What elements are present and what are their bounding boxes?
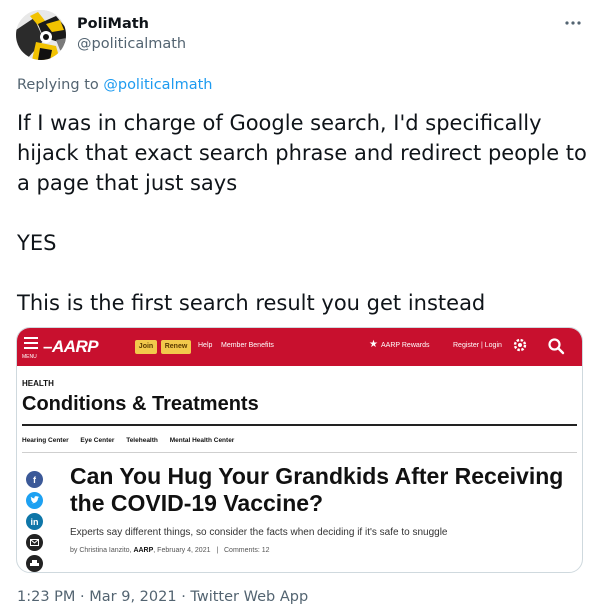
section-label: HEALTH [22,379,54,388]
subnav-item: Hearing Center [22,437,69,444]
join-button: Join [135,340,157,354]
aarp-rewards-link: AARP Rewards [381,342,430,349]
section-title: Conditions & Treatments [22,393,259,415]
subnav-item: Telehealth [126,437,158,444]
replying-prefix: Replying to [17,77,99,93]
tweet-metadata: 1:23 PM · Mar 9, 2021 · Twitter Web App [17,589,308,605]
byline-author: by Christina Ianzito, [70,547,132,554]
display-name[interactable]: PoliMath [77,16,149,32]
byline-date: , February 4, 2021 [153,547,211,554]
tweet-text: If I was in charge of Google search, I'd… [17,108,587,318]
subnav-item: Eye Center [80,437,115,444]
social-share-bar: f in [26,471,44,572]
divider [22,452,577,453]
email-icon [26,534,43,551]
menu-label: MENU [22,354,37,360]
replying-handle-link[interactable]: @politicalmath [103,77,212,93]
menu-icon [24,337,38,352]
linkedin-icon: in [26,513,43,530]
renew-button: Renew [161,340,191,354]
star-icon: ★ [369,339,378,350]
twitter-icon [26,492,43,509]
avatar-image [16,10,66,60]
article-headline: Can You Hug Your Grandkids After Receivi… [70,463,564,516]
help-link: Help [198,342,213,349]
tweet-timestamp-date[interactable]: Mar 9, 2021 [89,589,176,605]
separator: · [181,589,186,605]
subnav-item: Mental Health Center [169,437,235,444]
tweet-paragraph: If I was in charge of Google search, I'd… [17,111,587,195]
aarp-logo: –AARP [43,337,99,356]
avatar[interactable] [16,10,66,60]
separator: · [80,589,85,605]
comments-count: Comments: 12 [224,547,270,554]
article-deck: Experts say different things, so conside… [70,527,448,538]
print-icon [26,555,43,572]
tweet: PoliMath @politicalmath Replying to @pol… [0,0,597,610]
byline-org: AARP [133,547,154,554]
register-login-link: Register | Login [453,342,502,349]
tweet-source: Twitter Web App [190,589,309,605]
tweet-paragraph: This is the first search result you get … [17,291,486,315]
gear-icon [513,338,527,352]
more-options-button[interactable] [560,10,586,36]
divider [22,424,577,426]
aarp-header-bar: MENU –AARP Join Renew Help Member Benefi… [17,328,582,366]
replying-to: Replying to @politicalmath [17,77,212,93]
tweet-timestamp-time[interactable]: 1:23 PM [17,589,75,605]
byline-separator: | [216,547,219,554]
article-byline: by Christina Ianzito, AARP, February 4, … [70,547,270,554]
member-benefits-link: Member Benefits [221,342,274,349]
user-handle[interactable]: @politicalmath [77,36,186,52]
facebook-icon: f [26,471,43,488]
tweet-paragraph: YES [17,231,57,255]
tweet-media-image[interactable]: MENU –AARP Join Renew Help Member Benefi… [16,327,583,573]
search-icon [548,338,565,355]
sub-navigation: Hearing Center Eye Center Telehealth Men… [22,437,244,444]
more-dots-icon [565,21,581,25]
